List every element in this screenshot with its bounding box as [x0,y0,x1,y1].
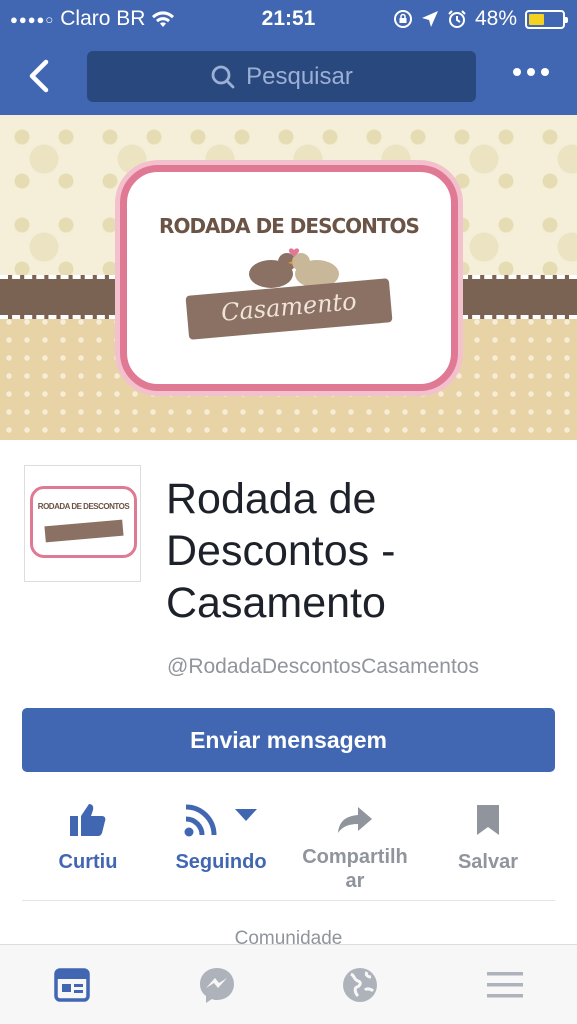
divider [22,900,555,901]
page-username: @RodadaDescontosCasamentos [167,655,479,678]
chevron-down-icon [235,809,257,821]
share-button[interactable]: Compartilh ar [285,790,425,893]
page-name-line: Rodada de [166,475,377,523]
profile-header: RODADA DE DESCONTOS Rodada de Descontos … [0,440,577,700]
following-label: Seguindo [175,851,267,873]
page-name: Rodada de Descontos - Casamento [166,473,566,629]
cover-banner: Casamento [185,278,393,340]
rotation-lock-icon [393,10,412,28]
battery-icon [525,9,568,29]
location-icon [421,11,438,27]
like-label: Curtiu [58,851,118,873]
navigation-bar: Pesquisar [0,40,577,115]
search-placeholder: Pesquisar [246,62,353,90]
menu-icon [487,972,523,998]
page-name-line: Descontos - [166,527,396,575]
news-feed-icon [54,968,90,1002]
cover-banner-text: Casamento [219,287,358,327]
page-actions: Curtiu Seguindo Compartilh ar Salvar [0,790,577,900]
tab-menu[interactable] [485,965,525,1005]
tab-notifications[interactable] [340,965,380,1005]
bottom-tab-bar [0,944,577,1024]
cover-photo[interactable]: RODADA DE DESCONTOS Casamento [0,115,577,440]
battery-percent: 48% [474,7,517,30]
share-icon [338,807,372,833]
back-chevron-icon[interactable] [22,56,58,96]
avatar-banner [44,519,124,543]
like-icon [70,804,106,836]
bookmark-icon [477,805,499,835]
avatar-label: RODADA DE DESCONTOS [30,486,137,558]
save-button[interactable]: Salvar [418,790,558,874]
tab-messenger[interactable] [197,965,237,1005]
rss-icon [184,804,217,837]
status-bar: ●●●●○ Claro BR 21:51 48% [0,0,577,40]
save-label: Salvar [457,851,519,873]
following-button[interactable]: Seguindo [151,790,291,874]
tab-news-feed[interactable] [52,965,92,1005]
messenger-icon [200,968,234,1003]
send-message-button[interactable]: Enviar mensagem [22,708,555,772]
like-button[interactable]: Curtiu [18,790,158,874]
search-icon [211,65,235,88]
profile-picture[interactable]: RODADA DE DESCONTOS [24,465,141,582]
cover-label-frame: RODADA DE DESCONTOS Casamento [120,165,458,391]
avatar-label-title: RODADA DE DESCONTOS [37,502,130,511]
globe-icon [343,968,377,1002]
more-options-icon[interactable] [513,68,549,76]
page-name-line: Casamento [166,579,386,627]
cover-label-title: RODADA DE DESCONTOS [159,214,420,238]
alarm-icon [448,10,466,28]
search-field[interactable]: Pesquisar [87,51,476,102]
share-label: Compartilh ar [302,846,408,892]
